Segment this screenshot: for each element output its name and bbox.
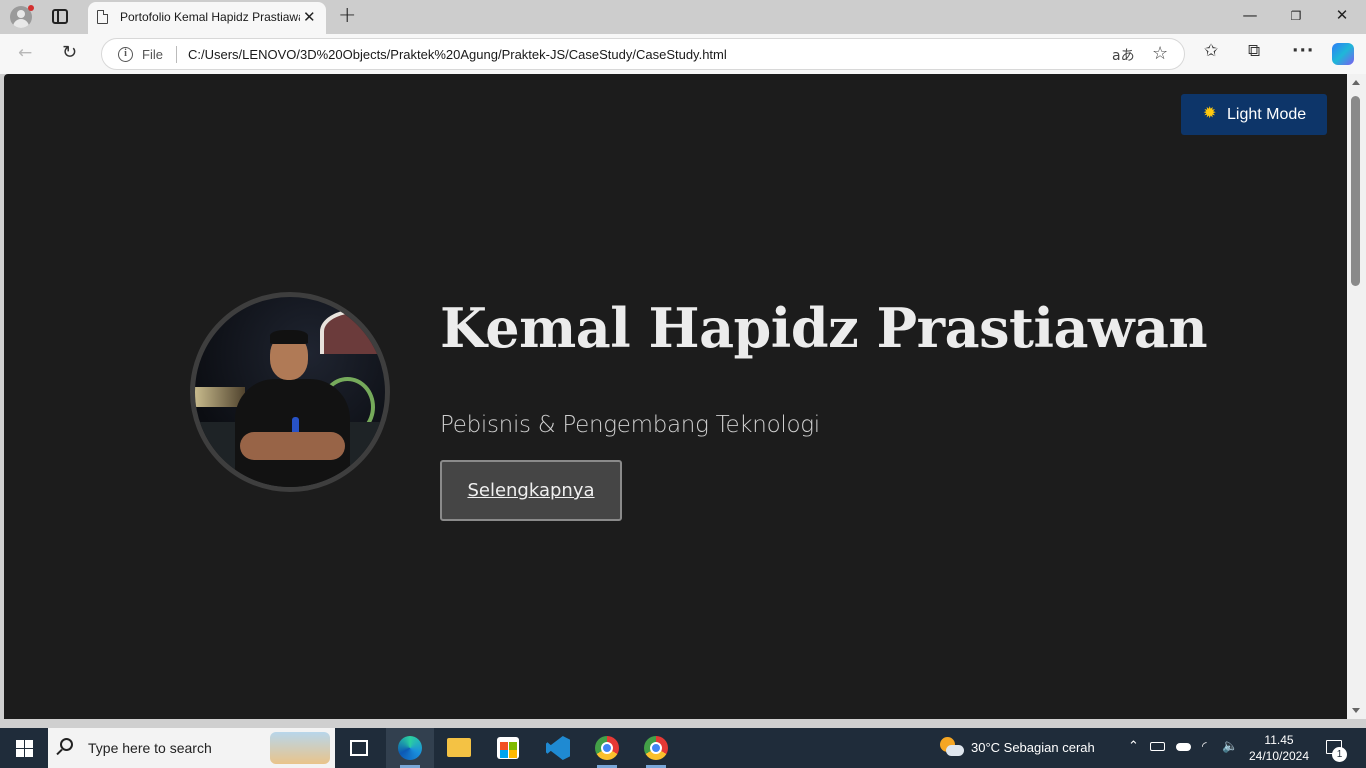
hero-tagline: Pebisnis & Pengembang Teknologi — [440, 412, 820, 438]
system-clock[interactable]: 11.45 24/10/2024 — [1244, 732, 1314, 764]
more-info-button[interactable]: Selengkapnya — [440, 460, 622, 521]
tab-title: Portofolio Kemal Hapidz Prastiawan — [120, 10, 300, 24]
vscode-icon — [546, 736, 570, 760]
collections-icon[interactable]: ⧉ — [1248, 41, 1260, 61]
read-aloud-icon[interactable]: aあ — [1112, 45, 1135, 65]
chrome-icon — [595, 736, 619, 760]
hero-name: Kemal Hapidz Prastiawan — [440, 296, 1208, 360]
profile-photo — [190, 292, 390, 492]
taskbar-vscode[interactable] — [533, 728, 581, 768]
favorite-star-icon[interactable]: ☆ — [1152, 43, 1168, 64]
wifi-icon[interactable]: ◜ — [1202, 739, 1207, 753]
search-highlight-image — [270, 732, 330, 764]
taskbar-chrome-2[interactable] — [632, 728, 680, 768]
taskbar-microsoft-store[interactable] — [484, 728, 532, 768]
search-icon — [60, 738, 73, 751]
more-menu-icon[interactable]: ··· — [1292, 41, 1314, 61]
refresh-button[interactable]: ↻ — [62, 42, 77, 63]
url-separator — [176, 46, 177, 63]
folder-icon — [447, 738, 471, 757]
favorites-icon[interactable]: ✩ — [1204, 41, 1218, 61]
taskbar-search-placeholder: Type here to search — [88, 740, 212, 756]
new-tab-button[interactable]: + — [338, 3, 356, 28]
task-view-button[interactable] — [336, 728, 384, 768]
browser-toolbar: ← ↻ i File C:/Users/LENOVO/3D%20Objects/… — [0, 34, 1366, 74]
tab-actions-icon[interactable] — [52, 9, 68, 24]
sun-icon: ✹ — [1203, 105, 1217, 122]
url-text[interactable]: C:/Users/LENOVO/3D%20Objects/Praktek%20A… — [188, 47, 727, 62]
site-info-icon[interactable]: i — [118, 47, 133, 62]
page-scrollbar[interactable] — [1347, 74, 1366, 719]
document-icon — [97, 10, 108, 24]
address-bar[interactable]: i File C:/Users/LENOVO/3D%20Objects/Prak… — [101, 38, 1185, 70]
edge-icon — [398, 736, 422, 760]
theme-toggle-button[interactable]: ✹ Light Mode — [1181, 94, 1327, 135]
show-hidden-icons-chevron-icon[interactable]: ⌃ — [1128, 739, 1139, 754]
scheme-label: File — [142, 47, 163, 62]
tab-close-icon[interactable]: ✕ — [303, 9, 316, 25]
window-close-button[interactable]: ✕ — [1332, 6, 1352, 24]
back-button[interactable]: ← — [18, 43, 32, 63]
weather-partly-sunny-icon[interactable] — [940, 737, 964, 759]
minimize-button[interactable]: — — [1240, 6, 1260, 24]
battery-icon[interactable] — [1150, 742, 1165, 751]
taskbar-edge[interactable] — [386, 728, 434, 768]
clock-date: 24/10/2024 — [1248, 749, 1310, 763]
windows-taskbar: Type here to search 30°C Sebagian cerah … — [0, 728, 1366, 768]
onedrive-cloud-icon[interactable] — [1176, 743, 1191, 751]
store-icon — [497, 737, 519, 759]
theme-toggle-label: Light Mode — [1227, 106, 1307, 123]
chrome-icon — [644, 736, 668, 760]
taskbar-file-explorer[interactable] — [435, 728, 483, 768]
browser-tab-strip: Portofolio Kemal Hapidz Prastiawan ✕ + —… — [0, 0, 1366, 34]
profile-notification-dot — [28, 5, 34, 11]
restore-button[interactable]: ❐ — [1286, 9, 1306, 23]
active-tab[interactable]: Portofolio Kemal Hapidz Prastiawan ✕ — [88, 2, 326, 34]
scroll-down-arrow-icon[interactable] — [1352, 708, 1360, 713]
volume-icon[interactable]: 🔈 — [1222, 739, 1238, 754]
task-view-icon — [350, 740, 368, 756]
clock-time: 11.45 — [1264, 733, 1294, 747]
scroll-up-arrow-icon[interactable] — [1352, 80, 1360, 85]
scrollbar-thumb[interactable] — [1351, 96, 1360, 286]
page-viewport: ✹ Light Mode Kemal Hapidz Prastiawan Peb… — [4, 74, 1347, 719]
copilot-icon[interactable] — [1332, 43, 1354, 65]
weather-text[interactable]: 30°C Sebagian cerah — [971, 740, 1095, 755]
taskbar-chrome-1[interactable] — [583, 728, 631, 768]
window-bottom-edge — [0, 719, 1366, 728]
notification-count-badge: 1 — [1332, 747, 1347, 762]
taskbar-search-box[interactable]: Type here to search — [48, 728, 335, 768]
windows-start-icon[interactable] — [16, 740, 33, 757]
